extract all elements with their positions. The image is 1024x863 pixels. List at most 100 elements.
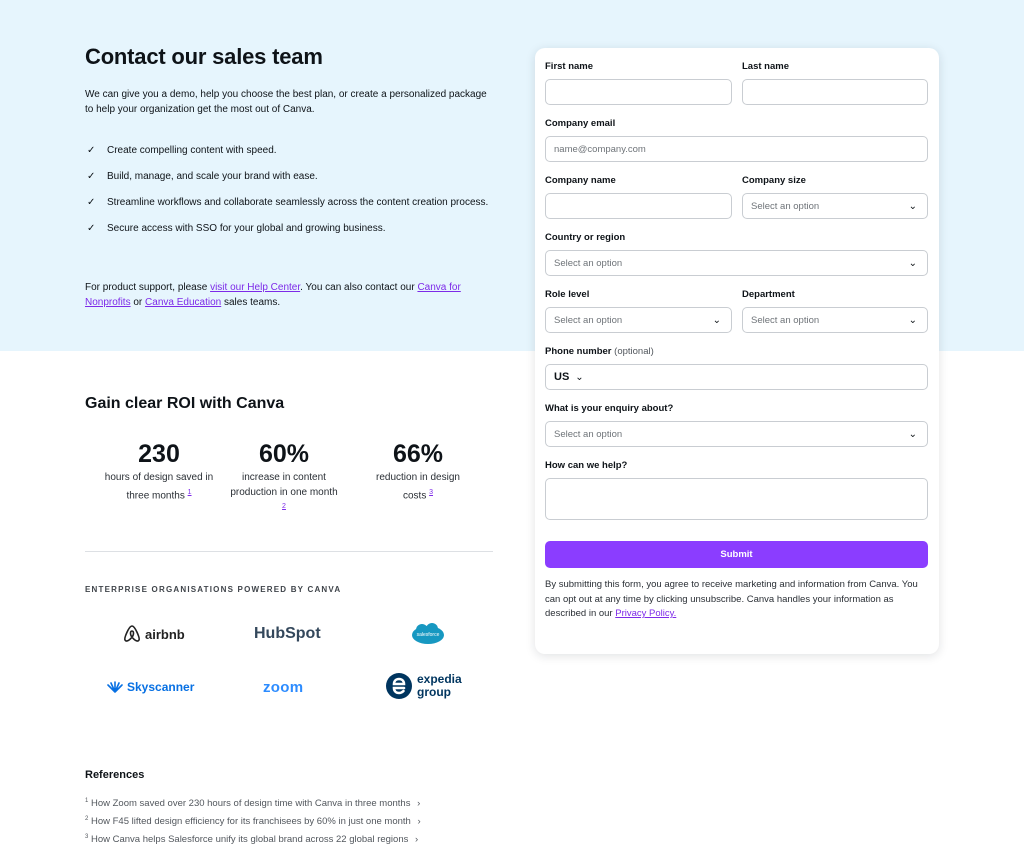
salesforce-cloud-icon: salesforce <box>412 623 444 644</box>
phone-label-text: Phone number <box>545 346 612 357</box>
benefit-text: Create compelling content with speed. <box>107 145 277 156</box>
enquiry-label: What is your enquiry about? <box>545 403 674 414</box>
salesforce-logo: salesforce <box>411 620 445 648</box>
hubspot-logo: HubSpot <box>254 620 321 648</box>
reference-item[interactable]: 3 How Canva helps Salesforce unify its g… <box>85 834 418 845</box>
company-email-input[interactable]: name@company.com <box>545 136 928 162</box>
chevron-down-icon: ⌄ <box>575 372 584 383</box>
benefit-text: Secure access with SSO for your global a… <box>107 223 386 234</box>
benefit-text: Streamline workflows and collaborate sea… <box>107 197 489 208</box>
stat-value: 230 <box>138 440 180 468</box>
reference-text: How F45 lifted design efficiency for its… <box>90 816 411 828</box>
airbnb-icon <box>124 625 140 642</box>
company-size-label: Company size <box>742 175 806 186</box>
company-email-label: Company email <box>545 118 616 129</box>
stat-value: 66% <box>392 440 444 468</box>
country-label: Country or region <box>545 232 626 243</box>
disclaimer-text: By submitting this form, you agree to re… <box>545 578 930 622</box>
stat-ref-link[interactable]: 2 <box>282 503 286 510</box>
company-size-select[interactable]: Select an option ⌄ <box>742 193 928 219</box>
logo-text: HubSpot <box>254 625 321 642</box>
phone-optional-text: (optional) <box>611 346 654 357</box>
enquiry-select[interactable]: Select an option ⌄ <box>545 421 928 447</box>
benefit-item: ✓ Streamline workflows and collaborate s… <box>85 195 495 210</box>
logo-text: airbnb <box>145 626 185 642</box>
expedia-icon <box>386 673 412 699</box>
department-select[interactable]: Select an option ⌄ <box>742 307 928 333</box>
page-title: Contact our sales team <box>85 44 323 69</box>
role-level-select[interactable]: Select an option ⌄ <box>545 307 732 333</box>
contact-form: First name Last name Company email name@… <box>535 48 939 654</box>
stat-ref-link[interactable]: 3 <box>429 489 433 496</box>
select-placeholder: Select an option <box>751 200 820 212</box>
support-prefix: For product support, please <box>85 282 211 293</box>
education-link[interactable]: Canva Education <box>145 297 221 308</box>
support-or: or <box>130 297 146 308</box>
roi-title: Gain clear ROI with Canva <box>85 395 285 412</box>
stat-ref-link[interactable]: 1 <box>188 489 192 496</box>
stat-label: increase in content production in one mo… <box>230 471 338 518</box>
support-text: For product support, please visit our He… <box>85 280 495 310</box>
phone-country-code: US <box>554 371 570 383</box>
company-name-input[interactable] <box>545 193 732 219</box>
submit-button[interactable]: Submit <box>545 541 928 568</box>
help-center-link[interactable]: visit our Help Center <box>210 282 300 293</box>
airbnb-logo: airbnb <box>122 620 185 648</box>
skyscanner-sunrise-icon <box>107 681 123 693</box>
chevron-right-icon: › <box>417 816 421 828</box>
logo-text: expedia group <box>417 672 462 699</box>
chevron-down-icon: ⌄ <box>908 257 917 269</box>
chevron-right-icon: › <box>417 798 421 810</box>
email-placeholder: name@company.com <box>554 143 646 155</box>
country-select[interactable]: Select an option ⌄ <box>545 250 928 276</box>
phone-label: Phone number (optional) <box>545 346 654 357</box>
skyscanner-logo: Skyscanner <box>106 673 194 701</box>
reference-item[interactable]: 2 How F45 lifted design efficiency for i… <box>85 816 421 827</box>
privacy-policy-link[interactable]: Privacy Policy. <box>615 608 676 619</box>
stat-label-text: increase in content production in one mo… <box>230 472 338 498</box>
chevron-right-icon: › <box>415 834 419 846</box>
logo-text: zoom <box>263 678 304 696</box>
expedia-group-logo: expedia group <box>385 668 471 704</box>
select-placeholder: Select an option <box>751 314 820 326</box>
benefit-item: ✓ Secure access with SSO for your global… <box>85 221 495 236</box>
stat-label: hours of design saved in three months 1 <box>100 471 218 503</box>
department-label: Department <box>742 289 795 300</box>
enterprise-title: ENTERPRISE ORGANISATIONS POWERED BY CANV… <box>85 585 342 594</box>
stat-content-increase: 60% increase in content production in on… <box>230 440 338 518</box>
references-title: References <box>85 769 145 781</box>
stat-label-text: reduction in design costs <box>376 472 460 501</box>
select-placeholder: Select an option <box>554 314 623 326</box>
stat-cost-reduction: 66% reduction in design costs 3 <box>368 440 468 503</box>
reference-item[interactable]: 1 How Zoom saved over 230 hours of desig… <box>85 798 420 809</box>
last-name-input[interactable] <box>742 79 928 105</box>
benefit-text: Build, manage, and scale your brand with… <box>107 171 318 182</box>
check-icon: ✓ <box>87 223 96 234</box>
reference-text: How Canva helps Salesforce unify its glo… <box>90 834 409 846</box>
reference-number: 3 <box>85 834 89 840</box>
logo-text: salesforce <box>417 632 440 638</box>
check-icon: ✓ <box>87 197 96 208</box>
role-level-label: Role level <box>545 289 590 300</box>
intro-text: We can give you a demo, help you choose … <box>85 89 487 115</box>
benefits-list: ✓ Create compelling content with speed. … <box>85 143 495 247</box>
first-name-input[interactable] <box>545 79 732 105</box>
chevron-down-icon: ⌄ <box>908 314 917 326</box>
select-placeholder: Select an option <box>554 428 623 440</box>
stat-hours-saved: 230 hours of design saved in three month… <box>100 440 218 503</box>
phone-input[interactable]: US ⌄ <box>545 364 928 390</box>
zoom-logo: zoom <box>263 673 303 701</box>
benefit-item: ✓ Build, manage, and scale your brand wi… <box>85 169 495 184</box>
phone-country-select[interactable]: US ⌄ <box>554 371 584 383</box>
company-name-label: Company name <box>545 175 616 186</box>
benefit-item: ✓ Create compelling content with speed. <box>85 143 495 158</box>
help-textarea[interactable] <box>545 478 928 520</box>
support-middle: . You can also contact our <box>300 282 418 293</box>
last-name-label: Last name <box>742 61 789 72</box>
stat-label: reduction in design costs 3 <box>368 471 468 503</box>
stat-label-text: hours of design saved in three months <box>104 472 214 501</box>
chevron-down-icon: ⌄ <box>908 428 917 440</box>
help-label: How can we help? <box>545 460 628 471</box>
support-suffix: sales teams. <box>221 297 281 308</box>
check-icon: ✓ <box>87 171 96 182</box>
